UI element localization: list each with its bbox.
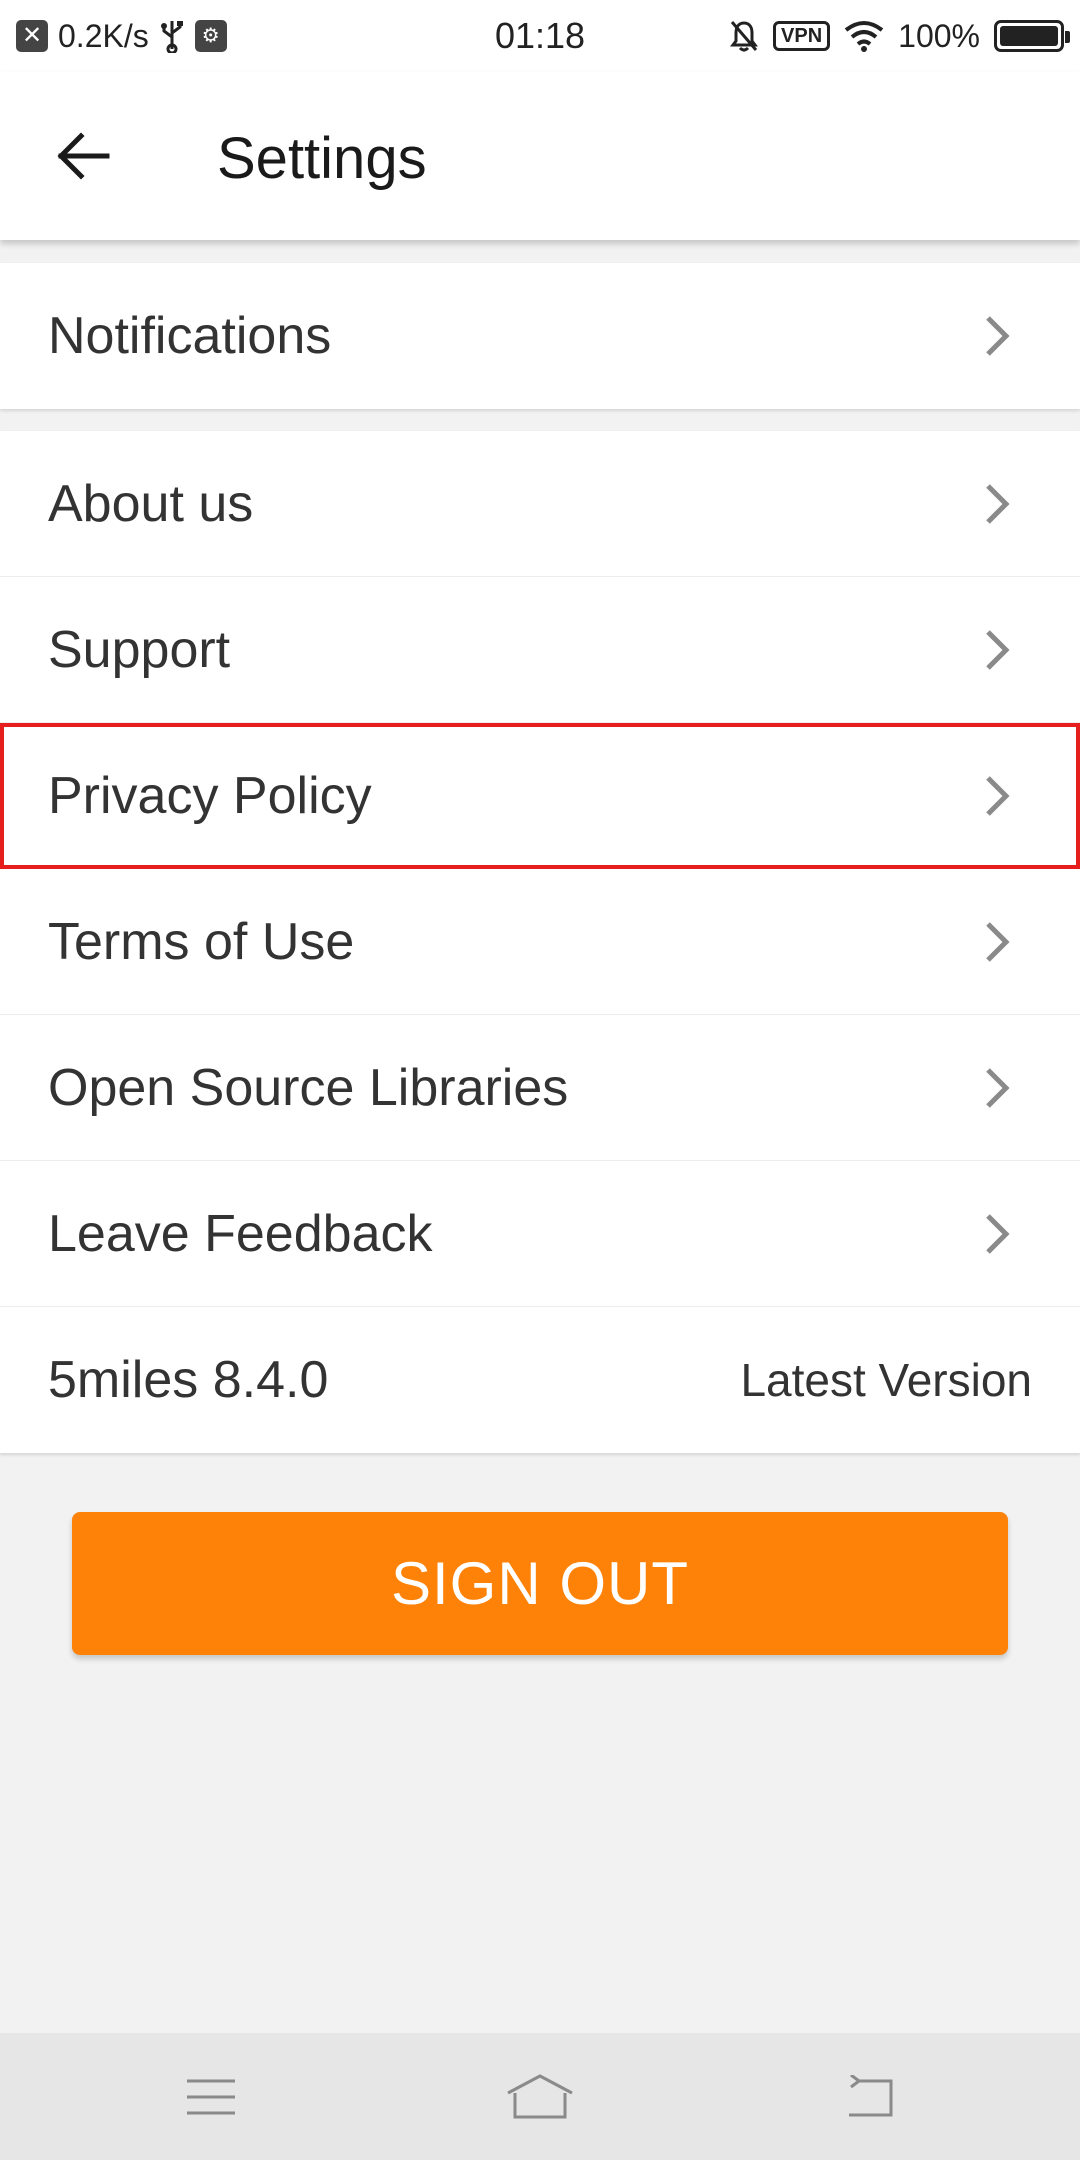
settings-item-label: Support [48,620,231,679]
system-nav-bar [0,2033,1080,2160]
battery-icon [994,20,1070,52]
notifications-section: Notifications [0,263,1080,409]
chevron-right-icon [986,921,1010,962]
sign-out-button[interactable]: SIGN OUT [72,1512,1008,1655]
settings-item-label: Notifications [48,307,332,365]
bell-off-icon [729,19,759,53]
status-bar: ✕ 0.2K/s ⚙ 01:18 VPN 100% [0,0,1080,72]
settings-item-notifications[interactable]: Notifications [0,263,1080,409]
app-bar: Settings [0,72,1080,240]
chevron-right-icon [986,1213,1010,1254]
settings-item-support[interactable]: Support [0,577,1080,723]
settings-item-privacy-policy[interactable]: Privacy Policy [0,723,1080,869]
page-title: Settings [217,126,427,191]
app-version: 5miles 8.4.0 [48,1351,329,1409]
settings-item-label: Open Source Libraries [48,1058,569,1117]
screen: ✕ 0.2K/s ⚙ 01:18 VPN 100% Settings Notif… [0,0,1080,2160]
settings-item-terms-of-use[interactable]: Terms of Use [0,869,1080,1015]
version-row: 5miles 8.4.0 Latest Version [0,1307,1080,1453]
wifi-icon [844,20,884,52]
back-icon[interactable] [824,2067,914,2127]
settings-item-label: Terms of Use [48,912,355,971]
chevron-right-icon [986,316,1010,356]
settings-item-leave-feedback[interactable]: Leave Feedback [0,1161,1080,1307]
settings-item-label: About us [48,474,254,533]
chevron-right-icon [986,1067,1010,1108]
home-icon[interactable] [495,2067,585,2127]
settings-item-open-source-libraries[interactable]: Open Source Libraries [0,1015,1080,1161]
vpn-icon: VPN [773,21,831,51]
chevron-right-icon [986,629,1010,670]
settings-item-label: Leave Feedback [48,1204,433,1263]
settings-item-label: Privacy Policy [48,766,372,825]
status-right: VPN 100% [729,14,1070,58]
chevron-right-icon [986,483,1010,524]
settings-item-about-us[interactable]: About us [0,431,1080,577]
general-section: About us Support Privacy Policy Terms of… [0,431,1080,1453]
chevron-right-icon [986,775,1010,816]
back-arrow-icon[interactable] [40,116,130,196]
battery-percent: 100% [898,17,980,54]
menu-icon[interactable] [166,2067,256,2127]
version-status: Latest Version [740,1354,1032,1406]
